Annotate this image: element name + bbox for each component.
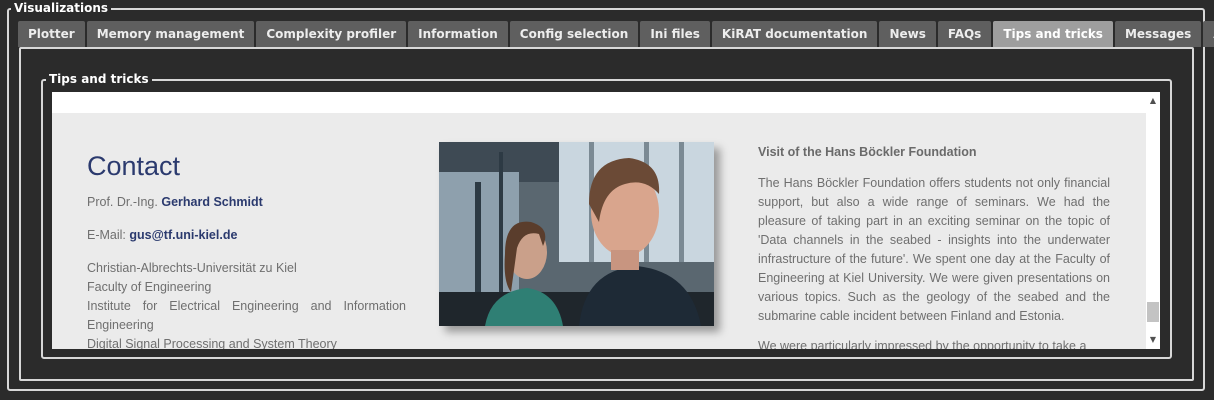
page-header-band <box>52 92 1146 113</box>
address-faculty: Faculty of Engineering <box>87 280 212 294</box>
contact-address: Christian-Albrechts-Universität zu Kiel … <box>87 259 406 349</box>
email-label: E-Mail: <box>87 228 126 242</box>
news-title: Visit of the Hans Böckler Foundation <box>758 145 977 159</box>
address-group: Digital Signal Processing and System The… <box>87 337 337 349</box>
html-viewer[interactable]: Contact Prof. Dr.-Ing. Gerhard Schmidt E… <box>52 92 1146 349</box>
tab-complexity-profiler[interactable]: Complexity profiler <box>256 21 407 47</box>
address-institute: Institute for Electrical Engineering and… <box>87 299 406 313</box>
tab-about[interactable]: About <box>1203 21 1214 47</box>
contact-name: Gerhard Schmidt <box>161 195 263 209</box>
tab-faqs[interactable]: FAQs <box>937 21 992 47</box>
section-title: Tips and tricks <box>46 72 152 86</box>
tab-tips-and-tricks[interactable]: Tips and tricks <box>993 21 1113 47</box>
address-university: Christian-Albrechts-Universität zu Kiel <box>87 261 297 275</box>
contact-email-line: E-Mail: gus@tf.uni-kiel.de <box>87 226 237 245</box>
tab-kirat-documentation[interactable]: KiRAT documentation <box>711 21 878 47</box>
contact-heading: Contact <box>87 151 181 181</box>
scroll-up-icon[interactable]: ▲ <box>1146 94 1160 108</box>
address-institute-cont: Engineering <box>87 318 154 332</box>
tab-memory-management[interactable]: Memory management <box>86 21 255 47</box>
tab-plotter[interactable]: Plotter <box>18 21 85 47</box>
tab-news[interactable]: News <box>879 21 936 47</box>
scroll-down-icon[interactable]: ▼ <box>1146 333 1160 347</box>
scroll-thumb[interactable] <box>1147 302 1159 322</box>
contact-name-line: Prof. Dr.-Ing. Gerhard Schmidt <box>87 193 263 212</box>
title-prefix: Prof. Dr.-Ing. <box>87 195 158 209</box>
window-title: Visualizations <box>11 1 112 15</box>
email-link[interactable]: gus@tf.uni-kiel.de <box>129 228 237 242</box>
tab-bar: Plotter Memory management Complexity pro… <box>18 21 1214 47</box>
vertical-scrollbar[interactable]: ▲ ▼ <box>1146 92 1160 349</box>
news-paragraph-2: We were particularly impressed by the op… <box>758 339 1087 349</box>
tab-messages[interactable]: Messages <box>1114 21 1202 47</box>
tab-config-selection[interactable]: Config selection <box>509 21 639 47</box>
news-photo <box>439 142 714 326</box>
tab-ini-files[interactable]: Ini files <box>640 21 710 47</box>
tab-information[interactable]: Information <box>408 21 508 47</box>
news-paragraph-1: The Hans Böckler Foundation offers stude… <box>758 176 1110 323</box>
news-article: Visit of the Hans Böckler Foundation The… <box>758 143 1110 349</box>
